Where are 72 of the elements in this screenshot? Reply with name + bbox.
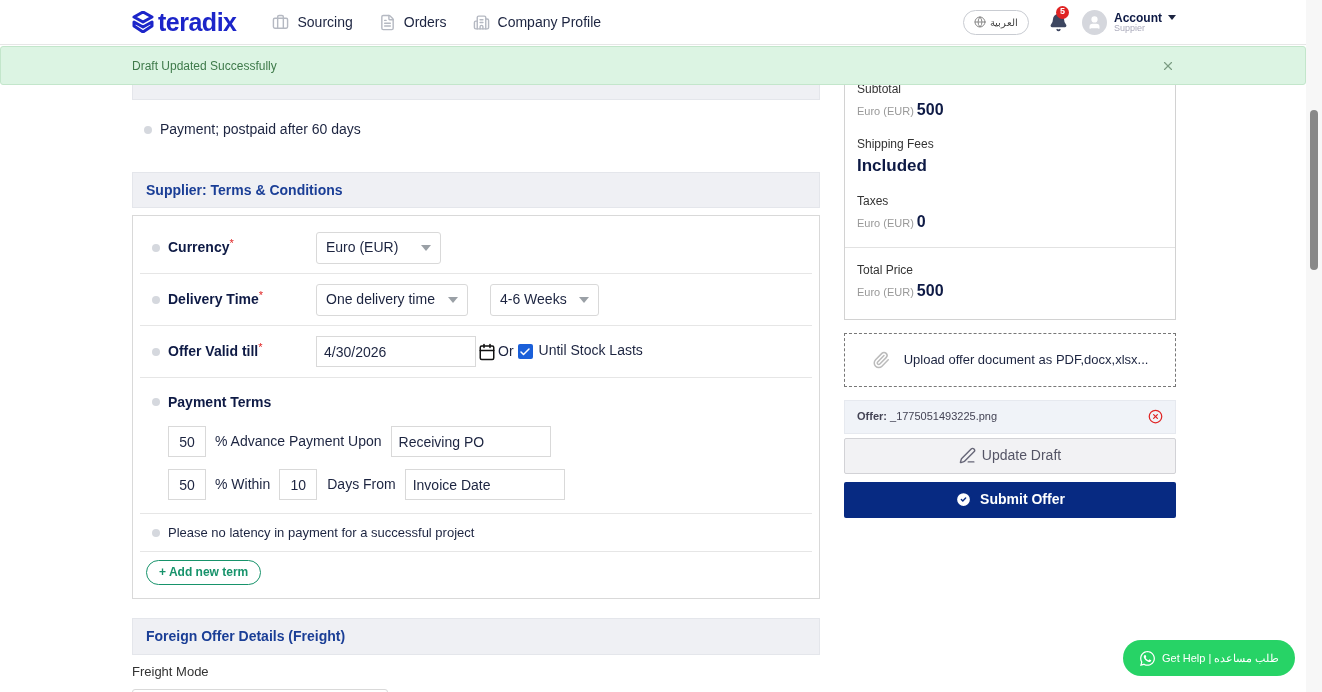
briefcase-icon (272, 13, 290, 31)
whatsapp-icon (1139, 649, 1156, 667)
bullet-icon (152, 347, 160, 356)
bullet-icon (152, 243, 160, 252)
summary-amount: 500 (916, 100, 944, 120)
term-text: Please no latency in payment for a successful project (168, 523, 475, 542)
or-text: Or (498, 342, 514, 361)
required-mark: * (258, 288, 264, 301)
remove-icon[interactable] (1148, 409, 1163, 424)
total-amount: 500 (916, 280, 944, 301)
bullet-icon (152, 528, 160, 537)
account-role: Suppier (1114, 23, 1147, 33)
currency-text: Euro (EUR) (857, 284, 914, 300)
account-menu[interactable]: Account (1114, 11, 1162, 24)
summary-amount: 0 (916, 211, 926, 232)
checkbox[interactable] (517, 344, 533, 359)
checkbox-label: Until Stock Lasts (538, 340, 643, 360)
building-icon (472, 13, 490, 31)
input-field[interactable]: 4/30/2026 (316, 336, 476, 367)
check-circle-icon (955, 491, 973, 508)
caret-icon (448, 296, 458, 303)
pen-icon (958, 447, 976, 464)
paperclip-icon (871, 350, 890, 369)
notification-badge: 5 (1056, 5, 1069, 19)
summary-label: Taxes (857, 192, 890, 210)
select-field[interactable]: One delivery time (316, 283, 468, 316)
select-field[interactable]: Euro (EUR) (316, 231, 441, 264)
caret-icon (421, 244, 431, 251)
field-label: Payment Terms (168, 392, 272, 412)
attachment-name: Offer: _1775051493225.png (857, 409, 999, 425)
logo-icon (132, 11, 154, 33)
input-field[interactable]: 10 (279, 469, 318, 500)
input-field[interactable]: Receiving PO (390, 426, 551, 457)
calendar-icon[interactable] (478, 342, 496, 361)
caret-icon (579, 296, 589, 303)
input-field[interactable]: Invoice Date (404, 469, 565, 500)
update-draft-button[interactable]: Update Draft (844, 437, 1176, 474)
term-text: % Within (215, 475, 271, 494)
summary-label: Shipping Fees (857, 136, 935, 153)
bullet-icon (152, 398, 160, 406)
term-text: % Advance Payment Upon (215, 432, 382, 451)
payment-note: Payment; postpaid after 60 days (160, 120, 361, 139)
required-mark: * (258, 340, 263, 353)
summary-label: Subtotal (857, 81, 903, 98)
field-label: Delivery Time (168, 290, 259, 309)
term-text: Days From (327, 475, 396, 494)
toast-message: Draft Updated Successfully (132, 57, 278, 75)
globe-icon (974, 16, 986, 28)
document-icon (378, 13, 396, 31)
input-field[interactable]: 50 (168, 469, 206, 500)
summary-label: Total Price (857, 261, 915, 279)
section-header: Supplier: Terms & Conditions (132, 172, 820, 208)
summary-amount: Included (857, 155, 927, 177)
scrollbar[interactable] (1306, 0, 1322, 692)
required-mark: * (229, 236, 234, 249)
brand-logo[interactable]: teradix (132, 9, 237, 35)
field-label: Offer Valid till (168, 342, 259, 361)
currency-text: Euro (EUR) (857, 215, 914, 231)
field-label: Freight Mode (132, 662, 210, 681)
field-label: Currency (168, 238, 230, 257)
caret-icon (1168, 15, 1176, 20)
section-header: Foreign Offer Details (Freight) (132, 617, 820, 655)
currency-text: Euro (EUR) (857, 104, 914, 119)
input-field[interactable]: 50 (168, 426, 206, 457)
select-field[interactable]: 4-6 Weeks (490, 283, 599, 316)
bullet-icon (152, 295, 160, 304)
bullet-icon (144, 125, 152, 134)
nav-link[interactable]: Company Profile (472, 11, 602, 33)
submit-offer-button[interactable]: Submit Offer (844, 481, 1176, 518)
nav-link[interactable]: Sourcing (272, 11, 353, 33)
upload-dropzone[interactable]: Upload offer document as PDF,docx,xlsx... (844, 332, 1176, 387)
nav-link[interactable]: Orders (378, 11, 447, 33)
